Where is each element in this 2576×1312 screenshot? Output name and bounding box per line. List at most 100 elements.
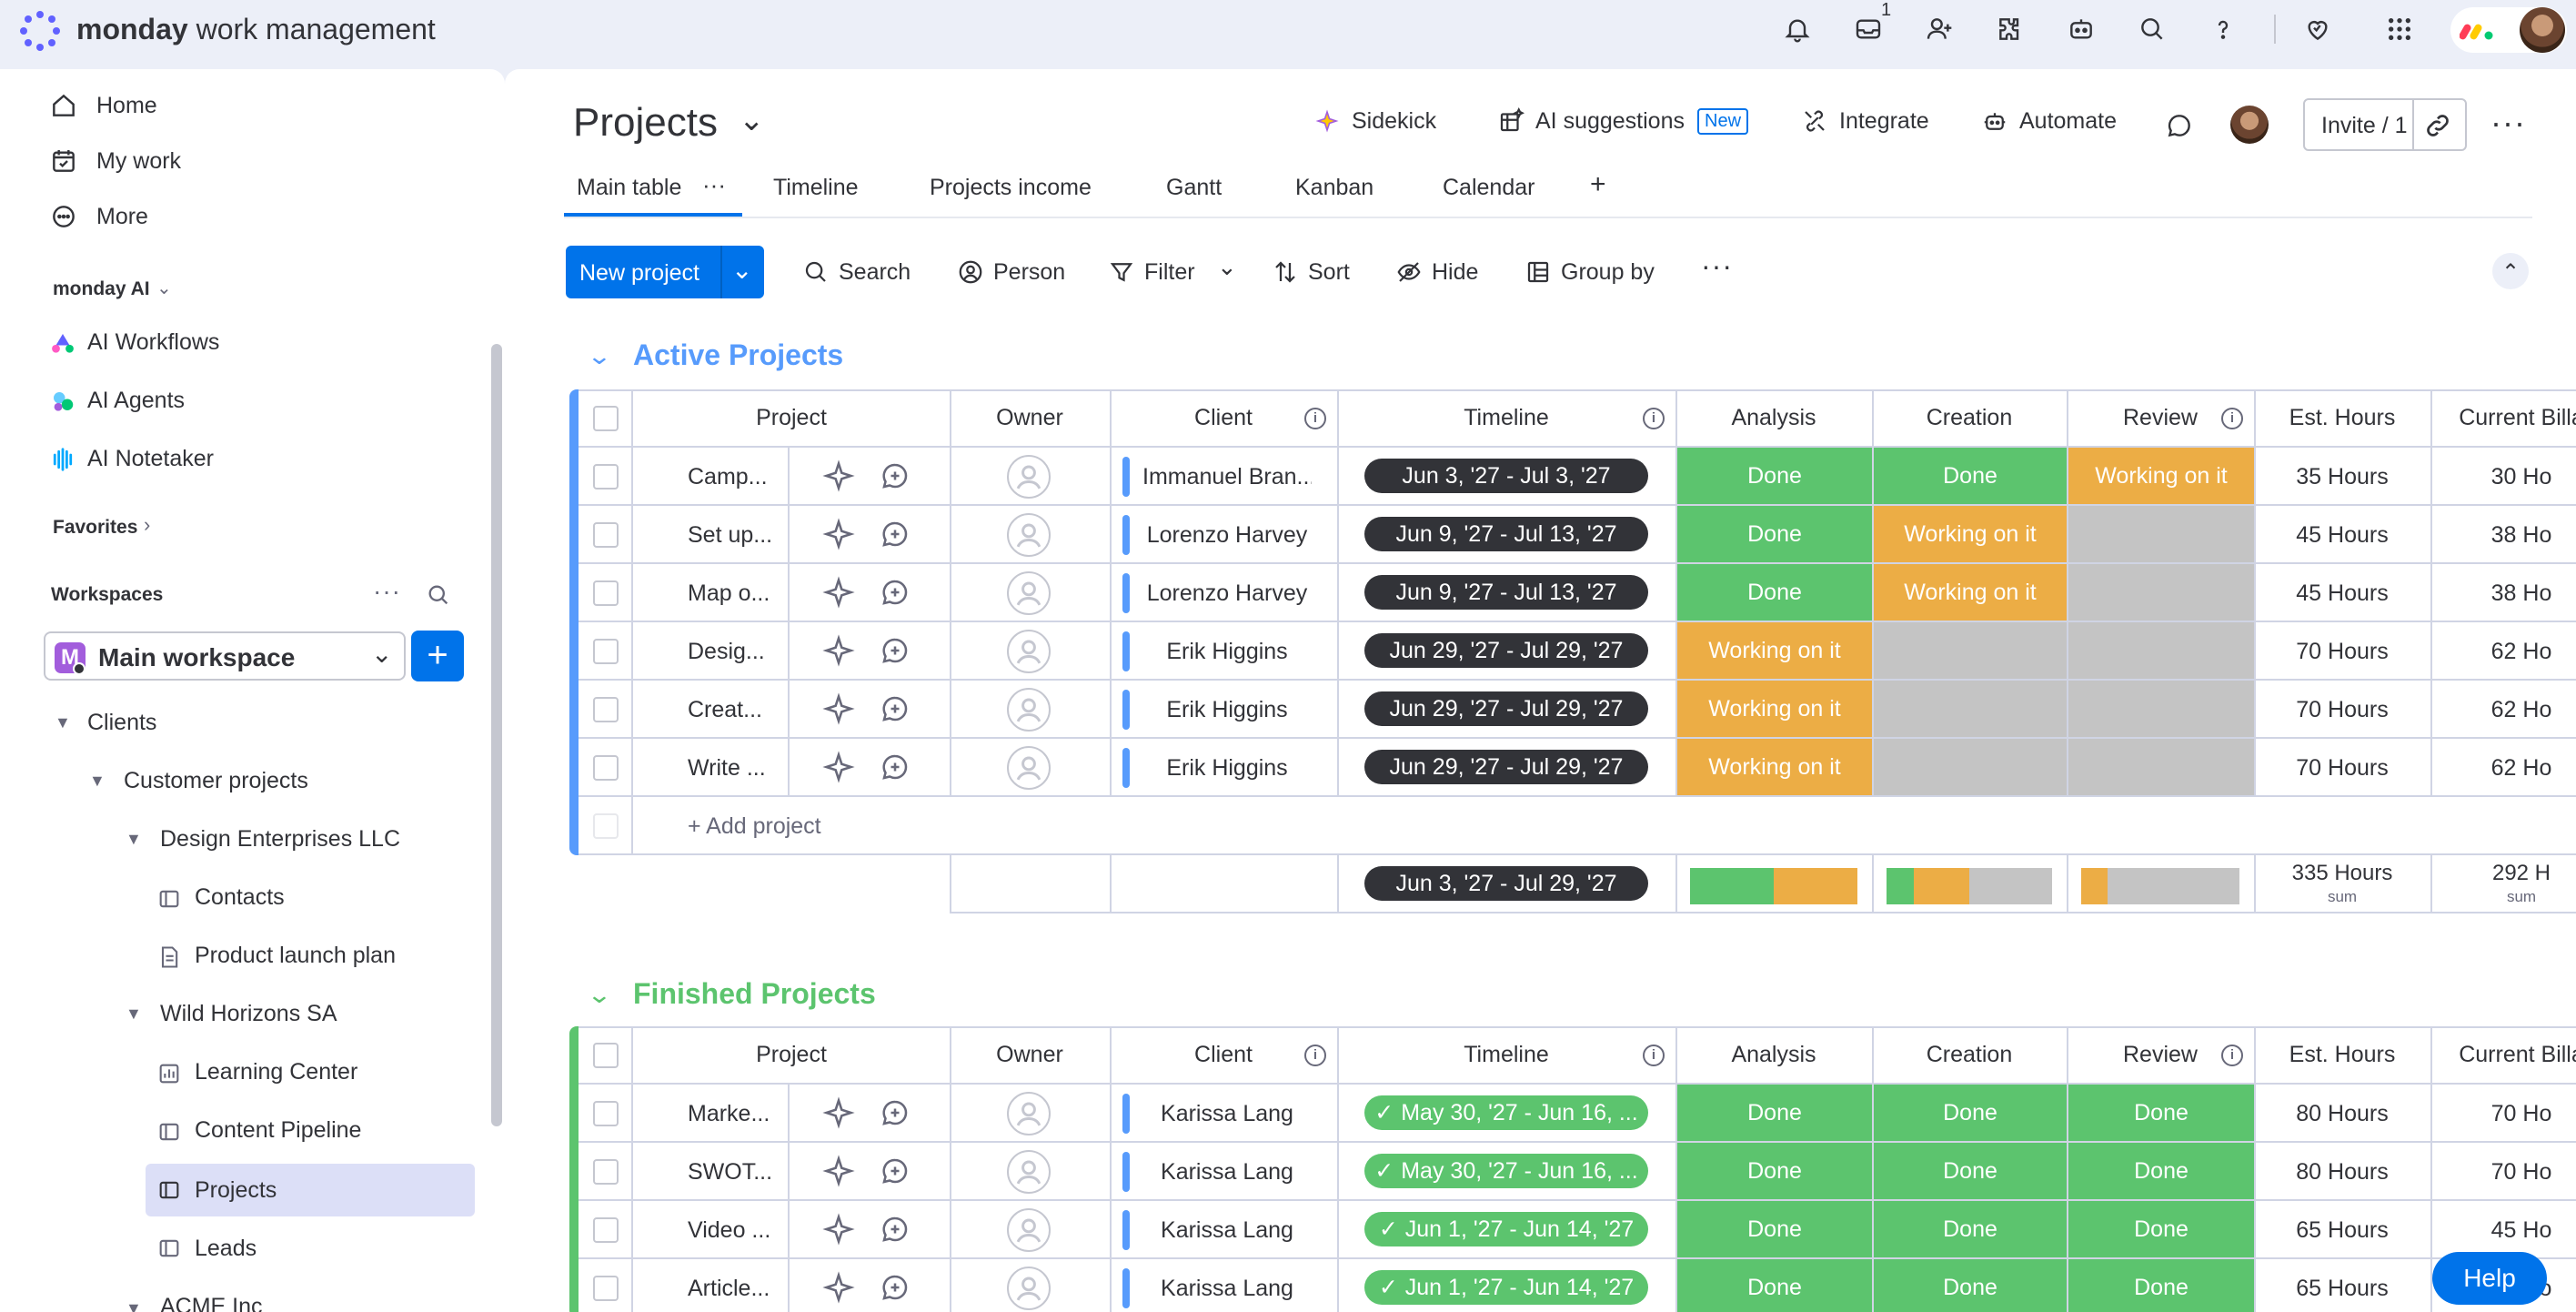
filter-button[interactable]: Filter xyxy=(1108,258,1195,286)
column-header-creation[interactable]: Creation xyxy=(1872,1026,2067,1083)
tab-gantt[interactable]: Gantt xyxy=(1166,175,1222,201)
tree-item-product-launch-plan[interactable]: Product launch plan xyxy=(195,943,396,969)
status-creation[interactable] xyxy=(1874,739,2067,795)
tab-kanban[interactable]: Kanban xyxy=(1295,175,1374,201)
column-header-owner[interactable]: Owner xyxy=(950,389,1110,446)
status-review[interactable] xyxy=(2068,681,2254,737)
workspace-search-icon[interactable] xyxy=(426,582,451,608)
add-update-icon[interactable] xyxy=(879,634,911,667)
column-header-timeline[interactable]: Timeline xyxy=(1337,1026,1675,1083)
add-update-icon[interactable] xyxy=(879,576,911,609)
add-update-icon[interactable] xyxy=(879,692,911,725)
column-header-client[interactable]: Client xyxy=(1110,389,1337,446)
row-checkbox[interactable] xyxy=(593,464,619,489)
add-workspace-item-button[interactable]: + xyxy=(411,631,464,681)
sidebar-item-ai-agents[interactable]: AI Agents xyxy=(87,388,185,414)
toolbar-more-icon[interactable]: ··· xyxy=(1701,249,1733,283)
client-cell[interactable]: Karissa Lang xyxy=(1142,1217,1312,1244)
sidebar-item-more[interactable]: More xyxy=(96,204,148,230)
timeline-cell[interactable]: Jun 29, '27 - Jul 29, '27 xyxy=(1364,691,1648,726)
tab-calendar[interactable]: Calendar xyxy=(1443,175,1535,201)
timeline-cell[interactable]: Jun 9, '27 - Jul 13, '27 xyxy=(1364,517,1648,551)
tab-timeline[interactable]: Timeline xyxy=(773,175,859,201)
project-name-cell[interactable]: Camp... xyxy=(688,464,779,490)
ai-sparkle-icon[interactable] xyxy=(822,634,855,667)
est-hours-cell[interactable]: 80 Hours xyxy=(2254,1101,2430,1127)
group-collapse-icon[interactable]: ⌄ xyxy=(587,342,612,370)
current-billable-cell[interactable]: 70 Ho xyxy=(2430,1101,2576,1127)
column-header-owner[interactable]: Owner xyxy=(950,1026,1110,1083)
status-analysis[interactable]: Done xyxy=(1677,448,1872,504)
caret-down-icon[interactable]: ▼ xyxy=(126,1299,142,1312)
current-billable-cell[interactable]: 38 Ho xyxy=(2430,580,2576,607)
current-billable-cell[interactable]: 62 Ho xyxy=(2430,697,2576,723)
sort-button[interactable]: Sort xyxy=(1272,258,1350,286)
status-analysis[interactable]: Done xyxy=(1677,1085,1872,1141)
person-filter-button[interactable]: Person xyxy=(957,258,1065,286)
est-hours-cell[interactable]: 65 Hours xyxy=(2254,1217,2430,1244)
board-more-icon[interactable]: ··· xyxy=(2490,104,2526,142)
project-name-cell[interactable]: Video ... xyxy=(688,1217,779,1244)
column-header-project[interactable]: Project xyxy=(633,1026,950,1083)
timeline-cell[interactable]: ✓ Jun 1, '27 - Jun 14, '27 xyxy=(1364,1212,1648,1246)
info-icon[interactable]: i xyxy=(2221,1045,2243,1066)
info-icon[interactable]: i xyxy=(1643,1045,1665,1066)
owner-avatar[interactable] xyxy=(1007,688,1051,732)
est-hours-cell[interactable]: 65 Hours xyxy=(2254,1276,2430,1302)
ai-sparkle-icon[interactable] xyxy=(822,518,855,550)
sidekick-button[interactable]: Sidekick xyxy=(1313,107,1436,135)
owner-avatar[interactable] xyxy=(1007,1092,1051,1135)
row-checkbox[interactable] xyxy=(593,755,619,781)
project-name-cell[interactable]: Desig... xyxy=(688,639,779,665)
client-cell[interactable]: Immanuel Bran... xyxy=(1142,464,1312,490)
status-review[interactable]: Done xyxy=(2068,1085,2254,1141)
status-analysis[interactable]: Working on it xyxy=(1677,739,1872,795)
status-review[interactable] xyxy=(2068,622,2254,679)
notifications-icon[interactable] xyxy=(1779,11,1816,47)
project-name-cell[interactable]: Set up... xyxy=(688,522,779,549)
chevron-right-icon[interactable]: › xyxy=(144,513,150,537)
tree-item-leads[interactable]: Leads xyxy=(195,1236,257,1262)
status-analysis[interactable]: Done xyxy=(1677,1201,1872,1257)
chevron-down-icon[interactable]: ⌄ xyxy=(156,277,172,299)
column-header-analysis[interactable]: Analysis xyxy=(1675,389,1872,446)
tree-item-design-enterprises[interactable]: Design Enterprises LLC xyxy=(160,826,400,853)
tab-projects-income[interactable]: Projects income xyxy=(930,175,1092,201)
owner-avatar[interactable] xyxy=(1007,746,1051,790)
project-name-cell[interactable]: Write ... xyxy=(688,755,779,782)
client-cell[interactable]: Erik Higgins xyxy=(1142,755,1312,782)
status-analysis[interactable]: Done xyxy=(1677,506,1872,562)
client-cell[interactable]: Erik Higgins xyxy=(1142,697,1312,723)
tree-item-acme[interactable]: ACME Inc xyxy=(160,1294,263,1312)
ai-sparkle-icon[interactable] xyxy=(822,692,855,725)
row-checkbox[interactable] xyxy=(593,639,619,664)
row-checkbox[interactable] xyxy=(593,580,619,606)
workspaces-more-icon[interactable]: ··· xyxy=(373,577,401,606)
client-cell[interactable]: Karissa Lang xyxy=(1142,1101,1312,1127)
status-review[interactable]: Working on it xyxy=(2068,448,2254,504)
status-analysis[interactable]: Done xyxy=(1677,1143,1872,1199)
row-checkbox[interactable] xyxy=(593,1276,619,1301)
add-update-icon[interactable] xyxy=(879,518,911,550)
select-all-checkbox[interactable] xyxy=(593,406,619,431)
row-checkbox[interactable] xyxy=(593,697,619,722)
group-by-button[interactable]: Group by xyxy=(1524,258,1655,286)
status-creation[interactable]: Working on it xyxy=(1874,564,2067,621)
status-creation[interactable] xyxy=(1874,681,2067,737)
timeline-cell[interactable]: Jun 29, '27 - Jul 29, '27 xyxy=(1364,750,1648,784)
new-project-button[interactable]: New project ⌄ xyxy=(566,246,764,298)
group-collapse-icon[interactable]: ⌄ xyxy=(587,981,612,1009)
invite-members-icon[interactable] xyxy=(1921,11,1957,47)
search-icon[interactable] xyxy=(2134,11,2170,47)
tree-item-content-pipeline[interactable]: Content Pipeline xyxy=(195,1117,361,1144)
ai-sparkle-icon[interactable] xyxy=(822,751,855,783)
project-name-cell[interactable]: Marke... xyxy=(688,1101,779,1127)
ai-sparkle-icon[interactable] xyxy=(822,576,855,609)
column-header-analysis[interactable]: Analysis xyxy=(1675,1026,1872,1083)
owner-avatar[interactable] xyxy=(1007,630,1051,673)
timeline-cell[interactable]: ✓ Jun 1, '27 - Jun 14, '27 xyxy=(1364,1270,1648,1305)
column-header-client[interactable]: Client xyxy=(1110,1026,1337,1083)
tree-item-projects[interactable]: Projects xyxy=(195,1177,277,1204)
est-hours-cell[interactable]: 80 Hours xyxy=(2254,1159,2430,1186)
status-creation[interactable]: Done xyxy=(1874,1085,2067,1141)
